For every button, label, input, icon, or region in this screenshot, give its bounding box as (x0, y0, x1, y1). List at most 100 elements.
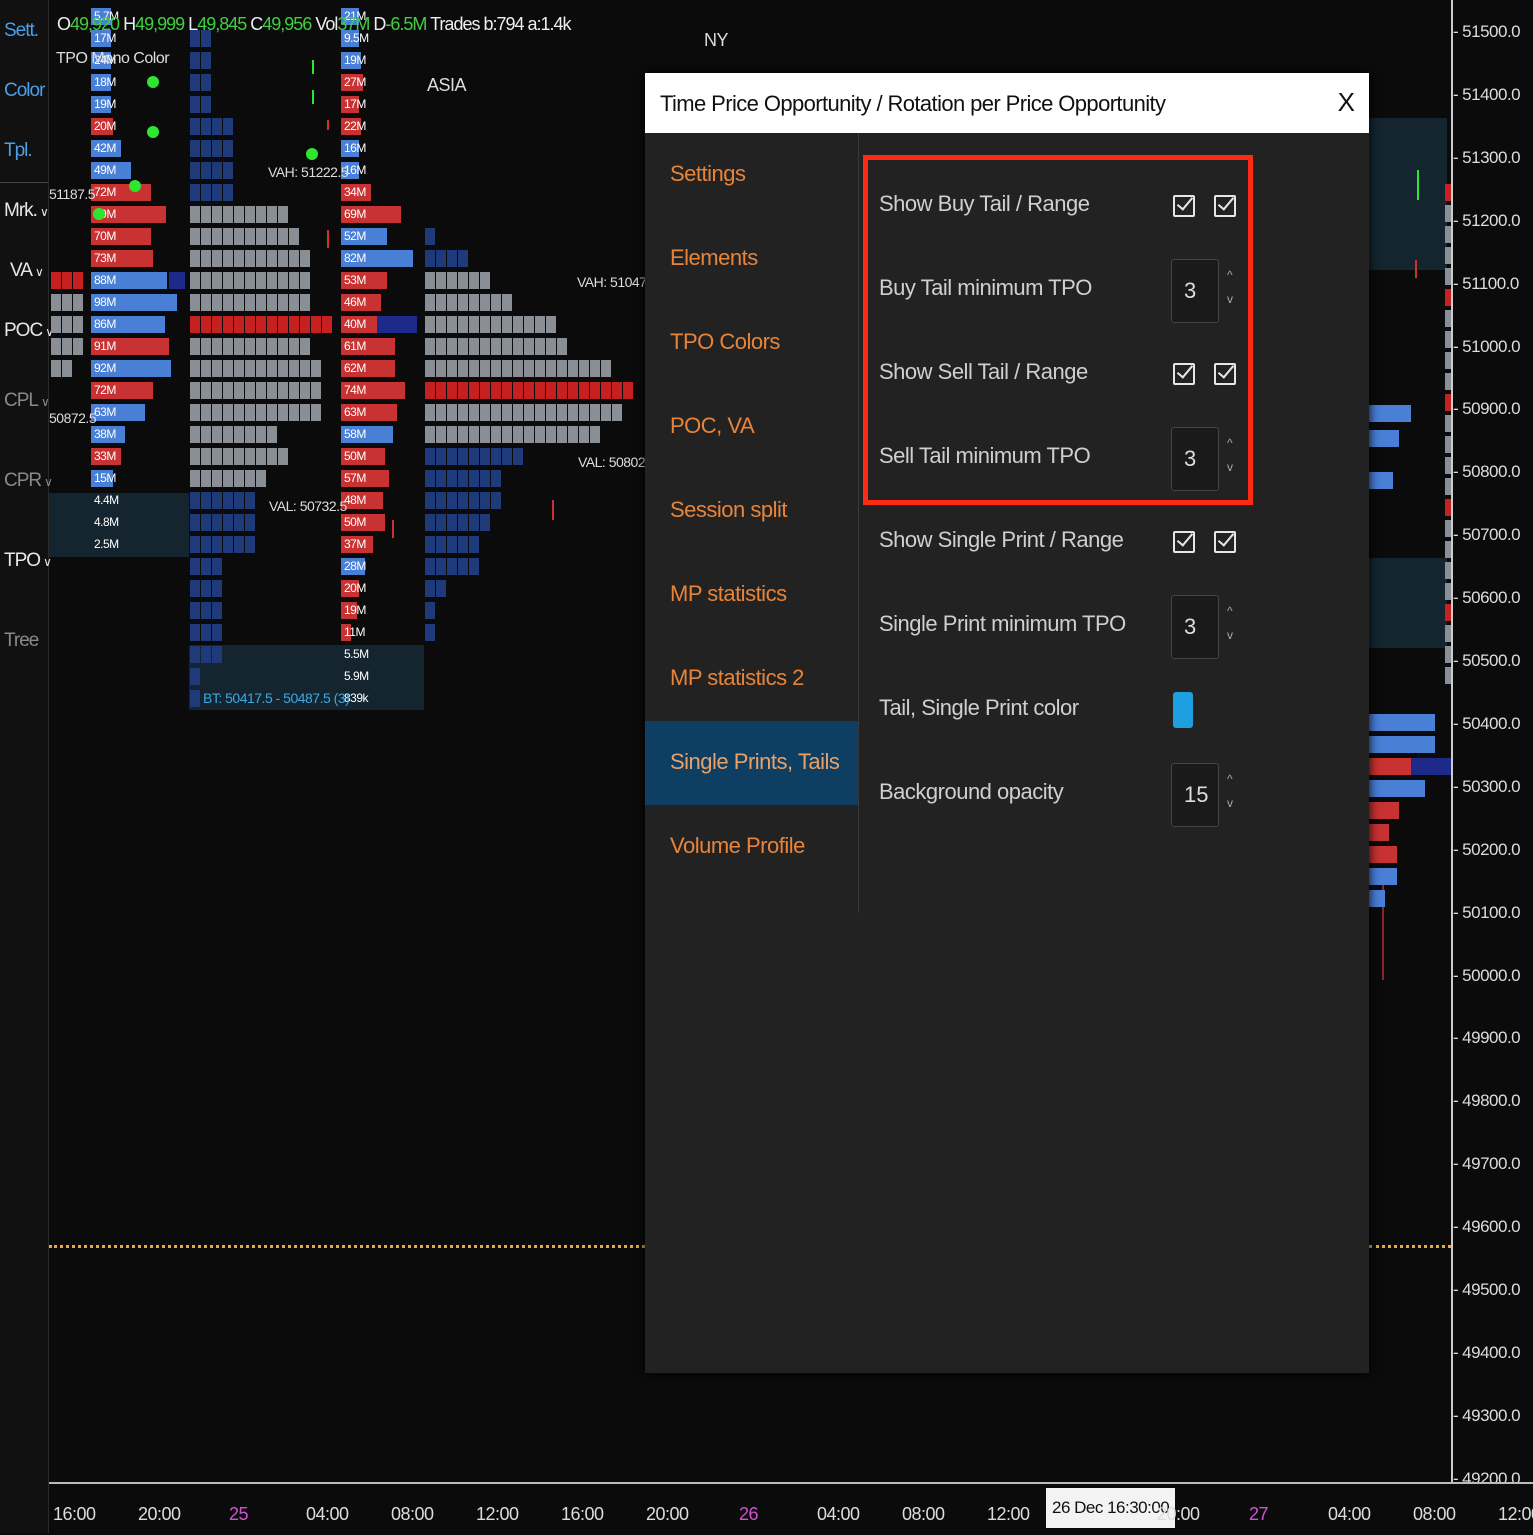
time-tick-label: 12:00 (476, 1504, 519, 1524)
nav-item-poc-va[interactable]: POC, VA (645, 385, 858, 469)
close-button[interactable]: X (1338, 87, 1355, 118)
markers-dropdown[interactable]: Mrk. ∨ (4, 200, 49, 222)
price-tick-label: 49400.0 (1453, 1343, 1520, 1363)
tpo-cell (223, 228, 233, 245)
chevron-down-icon[interactable]: v (1227, 628, 1233, 642)
volume-bar: 5.9M (341, 668, 369, 685)
volume-bar-label: 18M (94, 75, 116, 89)
chevron-down-icon[interactable]: v (1227, 796, 1233, 810)
nav-item-settings[interactable]: Settings (645, 133, 858, 217)
tpo-cell (300, 294, 310, 311)
range-checkbox[interactable] (1214, 531, 1236, 553)
tpo-cell (190, 448, 200, 465)
tpo-cell (234, 316, 244, 333)
volume-bar-label: 11M (344, 625, 365, 639)
delta-label: D (373, 14, 386, 34)
tpo-cell (212, 470, 222, 487)
cpr-dropdown[interactable]: CPR ∨ (4, 470, 53, 492)
volume-bar: 17M (341, 96, 366, 113)
volume-bar: 19M (341, 602, 366, 619)
tpo-cell (289, 338, 299, 355)
tpo-cell (212, 294, 222, 311)
open-label: O (57, 14, 71, 34)
template-button[interactable]: Tpl. (4, 140, 33, 162)
color-button[interactable]: Color (4, 80, 45, 102)
tpo-cell (278, 250, 288, 267)
nav-item-elements[interactable]: Elements (645, 217, 858, 301)
tpo-cell (436, 338, 446, 355)
volume-bar-label: 5.9M (344, 669, 369, 683)
va-dropdown[interactable]: VA ∨ (10, 260, 44, 282)
tpo-cell (201, 448, 211, 465)
price-tick-label: 49600.0 (1453, 1217, 1520, 1237)
volume-bar-label: 28M (344, 559, 366, 573)
tpo-cell (458, 404, 468, 421)
volume-bar-label: 53M (344, 273, 366, 287)
tpo-cell (190, 52, 200, 69)
nav-item-single-prints-tails[interactable]: Single Prints, Tails (645, 721, 858, 805)
tpo-cell (62, 360, 72, 377)
tree-button[interactable]: Tree (4, 630, 39, 652)
volume-bar-label: 16M (344, 141, 366, 155)
buy-tail-label: BT: 50417.5 - 50487.5 (3) (203, 690, 350, 706)
volume-bar: 20M (341, 580, 366, 597)
volume-bar: 72M (91, 184, 151, 201)
tpo-cell (62, 316, 72, 333)
tpo-cell (458, 294, 468, 311)
tpo-cell (480, 272, 490, 289)
tpo-cell (223, 360, 233, 377)
tpo-cell (425, 294, 435, 311)
poc-dropdown[interactable]: POC ∨ (4, 320, 54, 342)
tpo-cell (289, 250, 299, 267)
settings-button[interactable]: Sett. (4, 20, 39, 42)
nav-item-tpo-colors[interactable]: TPO Colors (645, 301, 858, 385)
tpo-cell (502, 294, 512, 311)
tpo-cell (201, 184, 211, 201)
nav-item-session-split[interactable]: Session split (645, 469, 858, 553)
number-stepper[interactable]: 3 (1171, 595, 1219, 659)
time-axis[interactable]: 26 Dec 16:30:00 16:00 20:00 25 04:00 08:00 12… (49, 1482, 1533, 1535)
tpo-cell (469, 536, 479, 553)
chevron-up-icon[interactable]: ^ (1227, 772, 1233, 786)
tpo-cell (256, 448, 266, 465)
tpo-cell (267, 404, 277, 421)
tpo-cell (190, 382, 200, 399)
nav-item-label: Session split (670, 497, 788, 522)
tpo-cell (245, 206, 255, 223)
tpo-cell (212, 118, 222, 135)
chevron-up-icon[interactable]: ^ (1227, 604, 1233, 618)
volume-bar: 63M (91, 404, 145, 421)
tpo-cell (201, 426, 211, 443)
current-price-line (49, 1245, 645, 1248)
tpo-cell (568, 404, 578, 421)
tpo-dropdown[interactable]: TPO ∨ (4, 550, 52, 572)
tpo-cell (469, 448, 479, 465)
nav-item-mp-statistics[interactable]: MP statistics (645, 553, 858, 637)
color-swatch[interactable] (1173, 692, 1193, 728)
tpo-cell (223, 250, 233, 267)
number-stepper[interactable]: 15 (1171, 763, 1219, 827)
tpo-cell (436, 492, 446, 509)
poc-bar (169, 272, 185, 289)
tpo-cell (579, 426, 589, 443)
tpo-cell (245, 316, 255, 333)
tpo-cell (190, 250, 200, 267)
show-checkbox[interactable] (1173, 531, 1195, 553)
volume-bar-label: 4.8M (94, 515, 119, 529)
volume-bar-label: 40M (344, 317, 366, 331)
tpo-cell (201, 74, 211, 91)
volume-bar: 19M (341, 52, 366, 69)
tpo-cell (436, 404, 446, 421)
cpl-dropdown[interactable]: CPL ∨ (4, 390, 50, 412)
volume-bar-label: 46M (344, 295, 366, 309)
tpo-cell (212, 184, 222, 201)
tpo-cell (212, 382, 222, 399)
price-axis[interactable]: 51500.0 51400.0 51300.0 51200.0 51100.0 51000… (1451, 0, 1533, 1488)
tpo-cell (245, 492, 255, 509)
tpo-cell (579, 404, 589, 421)
tpo-cell (535, 338, 545, 355)
time-tick-label: 08:00 (902, 1504, 945, 1524)
nav-item-mp-statistics-2[interactable]: MP statistics 2 (645, 637, 858, 721)
tpo-cell (234, 228, 244, 245)
nav-item-volume-profile[interactable]: Volume Profile (645, 805, 858, 889)
